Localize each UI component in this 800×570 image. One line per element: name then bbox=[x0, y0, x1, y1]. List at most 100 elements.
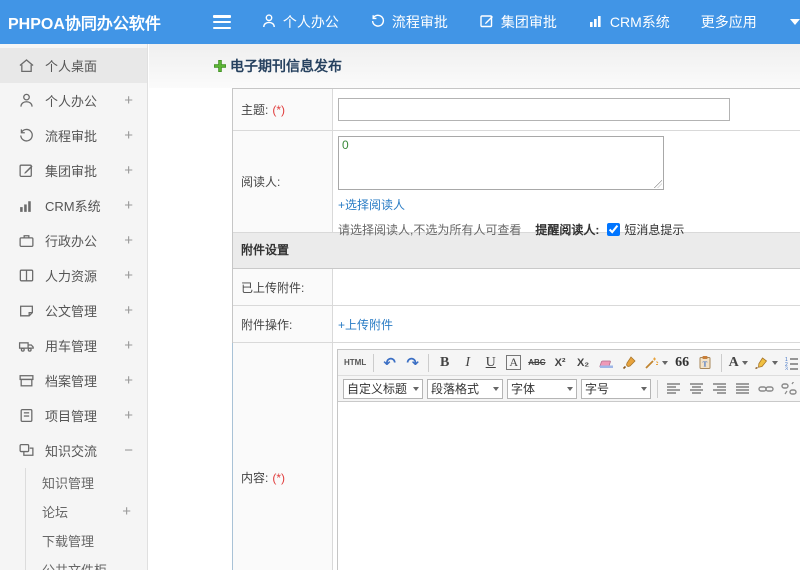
subject-input[interactable] bbox=[338, 98, 730, 121]
page-title-band: 电子期刊信息发布 bbox=[149, 44, 800, 88]
sidebar-subitem-forum[interactable]: 论坛 + bbox=[26, 497, 147, 526]
home-icon bbox=[18, 57, 35, 74]
user-icon bbox=[18, 92, 35, 109]
paragraph-format-select[interactable]: 段落格式 bbox=[427, 378, 503, 399]
format-brush-icon[interactable] bbox=[619, 352, 640, 374]
select-readers-link[interactable]: +选择阅读人 bbox=[338, 196, 405, 213]
magic-wand-icon[interactable] bbox=[642, 352, 670, 374]
expand-plus-icon[interactable]: + bbox=[122, 503, 131, 520]
subject-label: 主题: (*) bbox=[233, 89, 333, 130]
expand-plus-icon[interactable]: + bbox=[124, 127, 133, 144]
bold-button[interactable]: B bbox=[434, 352, 455, 374]
sidebar-subitem-knowledge-mgmt[interactable]: 知识管理 bbox=[26, 468, 147, 497]
sms-notify-label: 短消息提示 bbox=[624, 223, 685, 237]
strikethrough-button[interactable]: ABC bbox=[526, 352, 547, 374]
custom-heading-select[interactable]: 自定义标题 bbox=[343, 378, 423, 399]
page-title: 电子期刊信息发布 bbox=[213, 56, 342, 76]
attachment-operation-row: 附件操作: +上传附件 bbox=[233, 306, 800, 343]
collapse-minus-icon[interactable]: − bbox=[124, 442, 133, 459]
expand-plus-icon[interactable]: + bbox=[124, 302, 133, 319]
expand-plus-icon[interactable]: + bbox=[124, 407, 133, 424]
redo-button[interactable]: ↷ bbox=[402, 352, 423, 374]
html-source-button[interactable]: HTML bbox=[342, 352, 368, 374]
expand-plus-icon[interactable]: + bbox=[124, 372, 133, 389]
expand-plus-icon[interactable]: + bbox=[124, 337, 133, 354]
nav-personal-office[interactable]: 个人办公 bbox=[261, 12, 339, 32]
sidebar-item-vehicle-mgmt[interactable]: 用车管理 + bbox=[0, 328, 147, 363]
nav-group-approval[interactable]: 集团审批 bbox=[479, 12, 557, 32]
attachment-operation-label: 附件操作: bbox=[233, 306, 333, 342]
sidebar-item-hr[interactable]: 人力资源 + bbox=[0, 258, 147, 293]
font-color-button[interactable]: A bbox=[727, 352, 750, 374]
briefcase-icon bbox=[18, 232, 35, 249]
superscript-button[interactable]: X² bbox=[550, 352, 571, 374]
user-icon bbox=[261, 13, 283, 32]
history-icon bbox=[370, 13, 392, 32]
sidebar-item-workflow-approval[interactable]: 流程审批 + bbox=[0, 118, 147, 153]
align-justify-icon[interactable] bbox=[732, 378, 753, 400]
hamburger-menu-icon[interactable] bbox=[212, 15, 231, 29]
font-family-select[interactable]: 字体 bbox=[507, 378, 577, 399]
font-size-select[interactable]: 字号 bbox=[581, 378, 651, 399]
sidebar-submenu-knowledge: 知识管理 论坛 + 下载管理 公共文件柜 bbox=[25, 468, 147, 570]
link-icon[interactable] bbox=[755, 378, 776, 400]
sidebar-item-personal-desktop[interactable]: 个人桌面 bbox=[0, 48, 147, 83]
readers-textarea[interactable]: 0 bbox=[338, 136, 664, 190]
align-left-icon[interactable] bbox=[663, 378, 684, 400]
highlight-pen-icon[interactable] bbox=[752, 352, 780, 374]
upload-attachment-link[interactable]: +上传附件 bbox=[338, 316, 393, 333]
blockquote-button[interactable]: 66 bbox=[672, 352, 693, 374]
align-center-icon[interactable] bbox=[686, 378, 707, 400]
nav-more-apps[interactable]: 更多应用 bbox=[701, 12, 757, 32]
font-name-button[interactable]: A bbox=[506, 355, 522, 370]
sidebar-item-project-mgmt[interactable]: 项目管理 + bbox=[0, 398, 147, 433]
sidebar-item-knowledge-exchange[interactable]: 知识交流 − bbox=[0, 433, 147, 468]
bar-chart-icon bbox=[18, 197, 35, 214]
main-content: 电子期刊信息发布 主题: (*) 阅读人: 0 +选择阅读人 请选择阅读人,不选… bbox=[149, 44, 800, 570]
expand-plus-icon[interactable]: + bbox=[124, 232, 133, 249]
sidebar: 个人桌面 个人办公 + 流程审批 + 集团审批 + CRM系统 + 行政办公 +… bbox=[0, 44, 148, 570]
ordered-list-icon[interactable]: 123 bbox=[782, 352, 800, 374]
eraser-icon[interactable] bbox=[596, 352, 617, 374]
app-brand: PHPOA协同办公软件 bbox=[8, 16, 161, 33]
publish-form-table: 主题: (*) 阅读人: 0 +选择阅读人 请选择阅读人,不选为所有人可查看 提… bbox=[232, 88, 800, 570]
expand-plus-icon[interactable]: + bbox=[124, 197, 133, 214]
italic-button[interactable]: I bbox=[457, 352, 478, 374]
undo-button[interactable]: ↶ bbox=[379, 352, 400, 374]
unlink-icon[interactable] bbox=[778, 378, 799, 400]
caret-down-icon[interactable] bbox=[789, 19, 800, 25]
required-mark: (*) bbox=[272, 102, 286, 117]
nav-crm-system[interactable]: CRM系统 bbox=[588, 12, 670, 32]
sidebar-item-group-approval[interactable]: 集团审批 + bbox=[0, 153, 147, 188]
add-plus-icon bbox=[213, 59, 227, 73]
sidebar-item-personal-office[interactable]: 个人办公 + bbox=[0, 83, 147, 118]
expand-plus-icon[interactable]: + bbox=[124, 162, 133, 179]
editor-toolbar-row1: HTML ↶ ↷ B I U A ABC X² X₂ 66 T A 1 2 3 bbox=[338, 350, 800, 376]
nav-label: 更多应用 bbox=[700, 14, 757, 30]
resize-handle[interactable] bbox=[654, 180, 662, 188]
nav-workflow-approval[interactable]: 流程审批 bbox=[370, 12, 448, 32]
sidebar-item-admin-office[interactable]: 行政办公 + bbox=[0, 223, 147, 258]
document-icon bbox=[18, 302, 35, 319]
expand-plus-icon[interactable]: + bbox=[124, 92, 133, 109]
edit-icon bbox=[479, 13, 501, 32]
underline-button[interactable]: U bbox=[480, 352, 501, 374]
sms-notify-checkbox[interactable] bbox=[607, 223, 621, 236]
align-right-icon[interactable] bbox=[709, 378, 730, 400]
sidebar-subitem-public-cabinet[interactable]: 公共文件柜 bbox=[26, 555, 147, 570]
expand-plus-icon[interactable]: + bbox=[124, 267, 133, 284]
clipboard-icon bbox=[18, 407, 35, 424]
sidebar-item-document-mgmt[interactable]: 公文管理 + bbox=[0, 293, 147, 328]
editor-content-area[interactable] bbox=[338, 402, 800, 570]
uploaded-attachments-label: 已上传附件: bbox=[233, 269, 333, 305]
uploaded-attachments-row: 已上传附件: bbox=[233, 269, 800, 306]
sidebar-item-crm[interactable]: CRM系统 + bbox=[0, 188, 147, 223]
chat-icon bbox=[18, 442, 35, 459]
nav-label: CRM系统 bbox=[609, 14, 670, 30]
sidebar-subitem-download-mgmt[interactable]: 下载管理 bbox=[26, 526, 147, 555]
sidebar-item-archive-mgmt[interactable]: 档案管理 + bbox=[0, 363, 147, 398]
caret-down-icon bbox=[641, 386, 647, 391]
paste-icon[interactable]: T bbox=[695, 352, 716, 374]
caret-down-icon bbox=[661, 360, 668, 365]
subscript-button[interactable]: X₂ bbox=[573, 352, 594, 374]
